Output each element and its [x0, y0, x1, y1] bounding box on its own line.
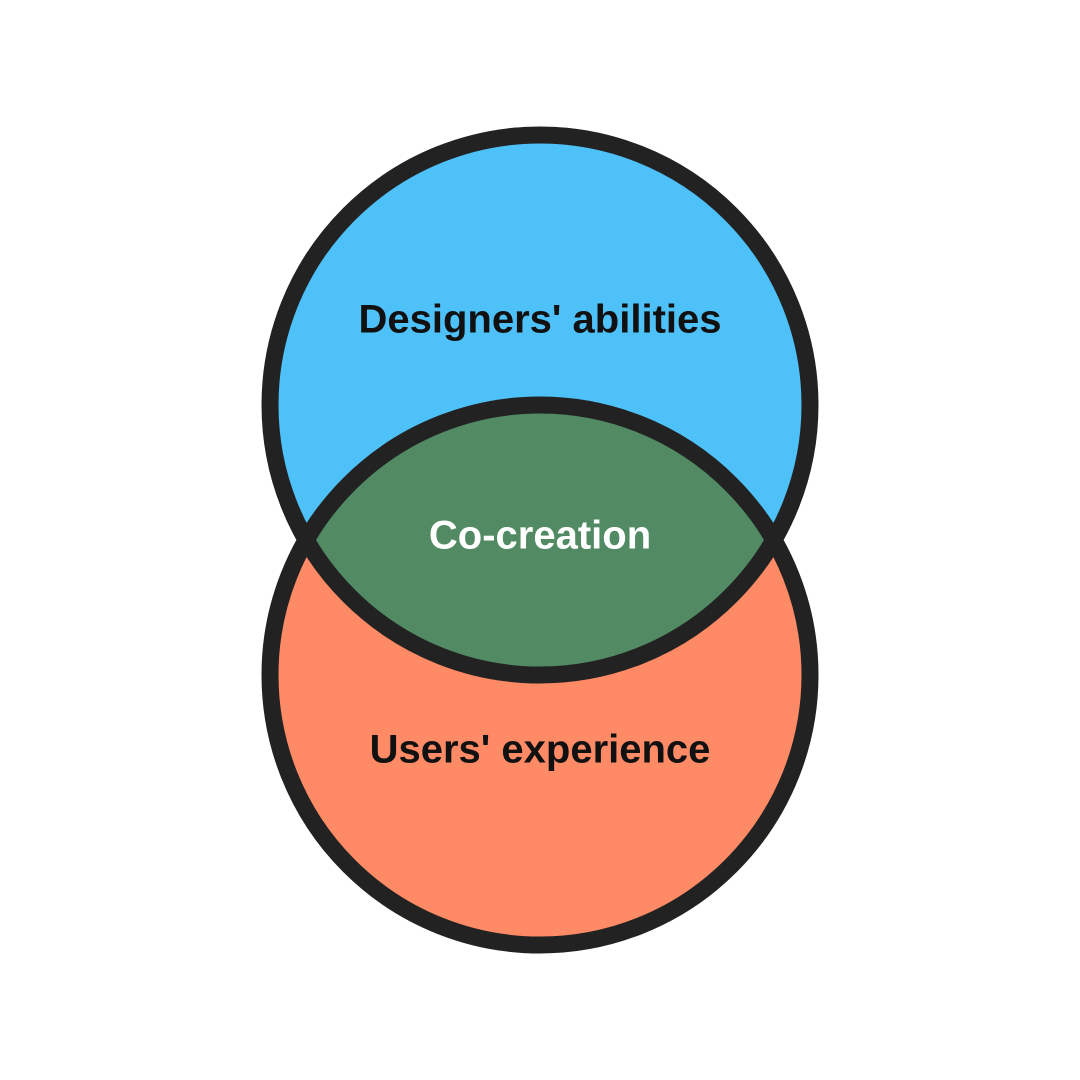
- designers-abilities-label: Designers' abilities: [359, 298, 722, 342]
- venn-diagram: Designers' abilities Co-creation Users' …: [261, 126, 819, 954]
- co-creation-label: Co-creation: [429, 514, 651, 558]
- users-experience-label: Users' experience: [370, 728, 711, 772]
